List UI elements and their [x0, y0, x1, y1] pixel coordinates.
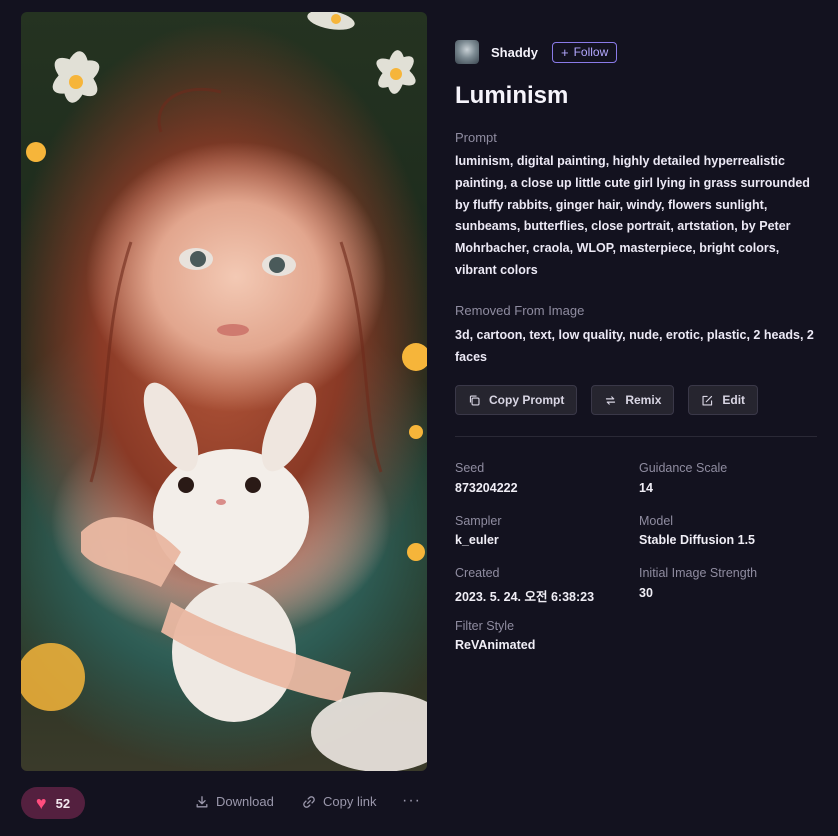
remix-icon	[606, 395, 616, 405]
initial-image-strength-label: Initial Image Strength	[639, 566, 758, 580]
copy-icon	[469, 394, 480, 406]
edit-label: Edit	[722, 393, 746, 407]
prompt-label: Prompt	[455, 130, 497, 145]
like-count: 52	[55, 795, 71, 811]
edit-button[interactable]: Edit	[688, 385, 759, 415]
follow-label: Follow	[573, 45, 609, 59]
edit-icon	[702, 395, 713, 406]
seed-label: Seed	[455, 461, 485, 475]
negative-prompt-text: 3d, cartoon, text, low quality, nude, er…	[455, 328, 814, 364]
guidance-scale-label: Guidance Scale	[639, 461, 728, 475]
follow-button[interactable]: + Follow	[551, 41, 618, 63]
model-label: Model	[639, 514, 674, 528]
author-row: Shaddy + Follow	[455, 40, 817, 64]
copy-prompt-label: Copy Prompt	[489, 393, 565, 407]
generated-image[interactable]	[21, 12, 427, 771]
guidance-scale-value: 14	[639, 481, 653, 495]
download-label: Download	[216, 794, 274, 809]
model-value: Stable Diffusion 1.5	[639, 533, 755, 547]
details-panel: Shaddy + Follow Luminism Prompt luminism…	[455, 40, 817, 652]
plus-icon: +	[560, 44, 569, 60]
image-artwork	[21, 12, 427, 771]
copy-prompt-button[interactable]: Copy Prompt	[455, 385, 578, 415]
created-value: 2023. 5. 24. 오전 6:38:23	[455, 590, 595, 604]
filter-style-label: Filter Style	[455, 619, 515, 633]
download-button[interactable]: Download	[195, 794, 274, 809]
page-title: Luminism	[455, 82, 569, 109]
copy-link-label: Copy link	[323, 794, 377, 809]
prompt-actions: Copy Prompt Remix Edit	[455, 385, 759, 415]
download-icon	[196, 795, 208, 807]
like-button[interactable]: ♥ 52	[21, 787, 85, 819]
heart-icon: ♥	[35, 793, 47, 813]
avatar[interactable]	[455, 40, 479, 64]
remix-label: Remix	[625, 393, 662, 407]
prompt-text: luminism, digital painting, highly detai…	[455, 154, 810, 277]
author-name[interactable]: Shaddy	[491, 45, 538, 60]
sampler-label: Sampler	[455, 514, 502, 528]
remix-button[interactable]: Remix	[591, 385, 675, 415]
more-options-icon[interactable]: ···	[402, 792, 421, 810]
seed-value: 873204222	[455, 481, 518, 495]
filter-style-value: ReVAnimated	[455, 638, 536, 652]
negative-prompt-label: Removed From Image	[455, 303, 585, 318]
created-label: Created	[455, 566, 500, 580]
divider	[455, 436, 817, 437]
link-icon	[303, 795, 315, 808]
sampler-value: k_euler	[455, 533, 499, 547]
initial-image-strength-value: 30	[639, 586, 653, 600]
copy-link-button[interactable]: Copy link	[302, 794, 376, 809]
